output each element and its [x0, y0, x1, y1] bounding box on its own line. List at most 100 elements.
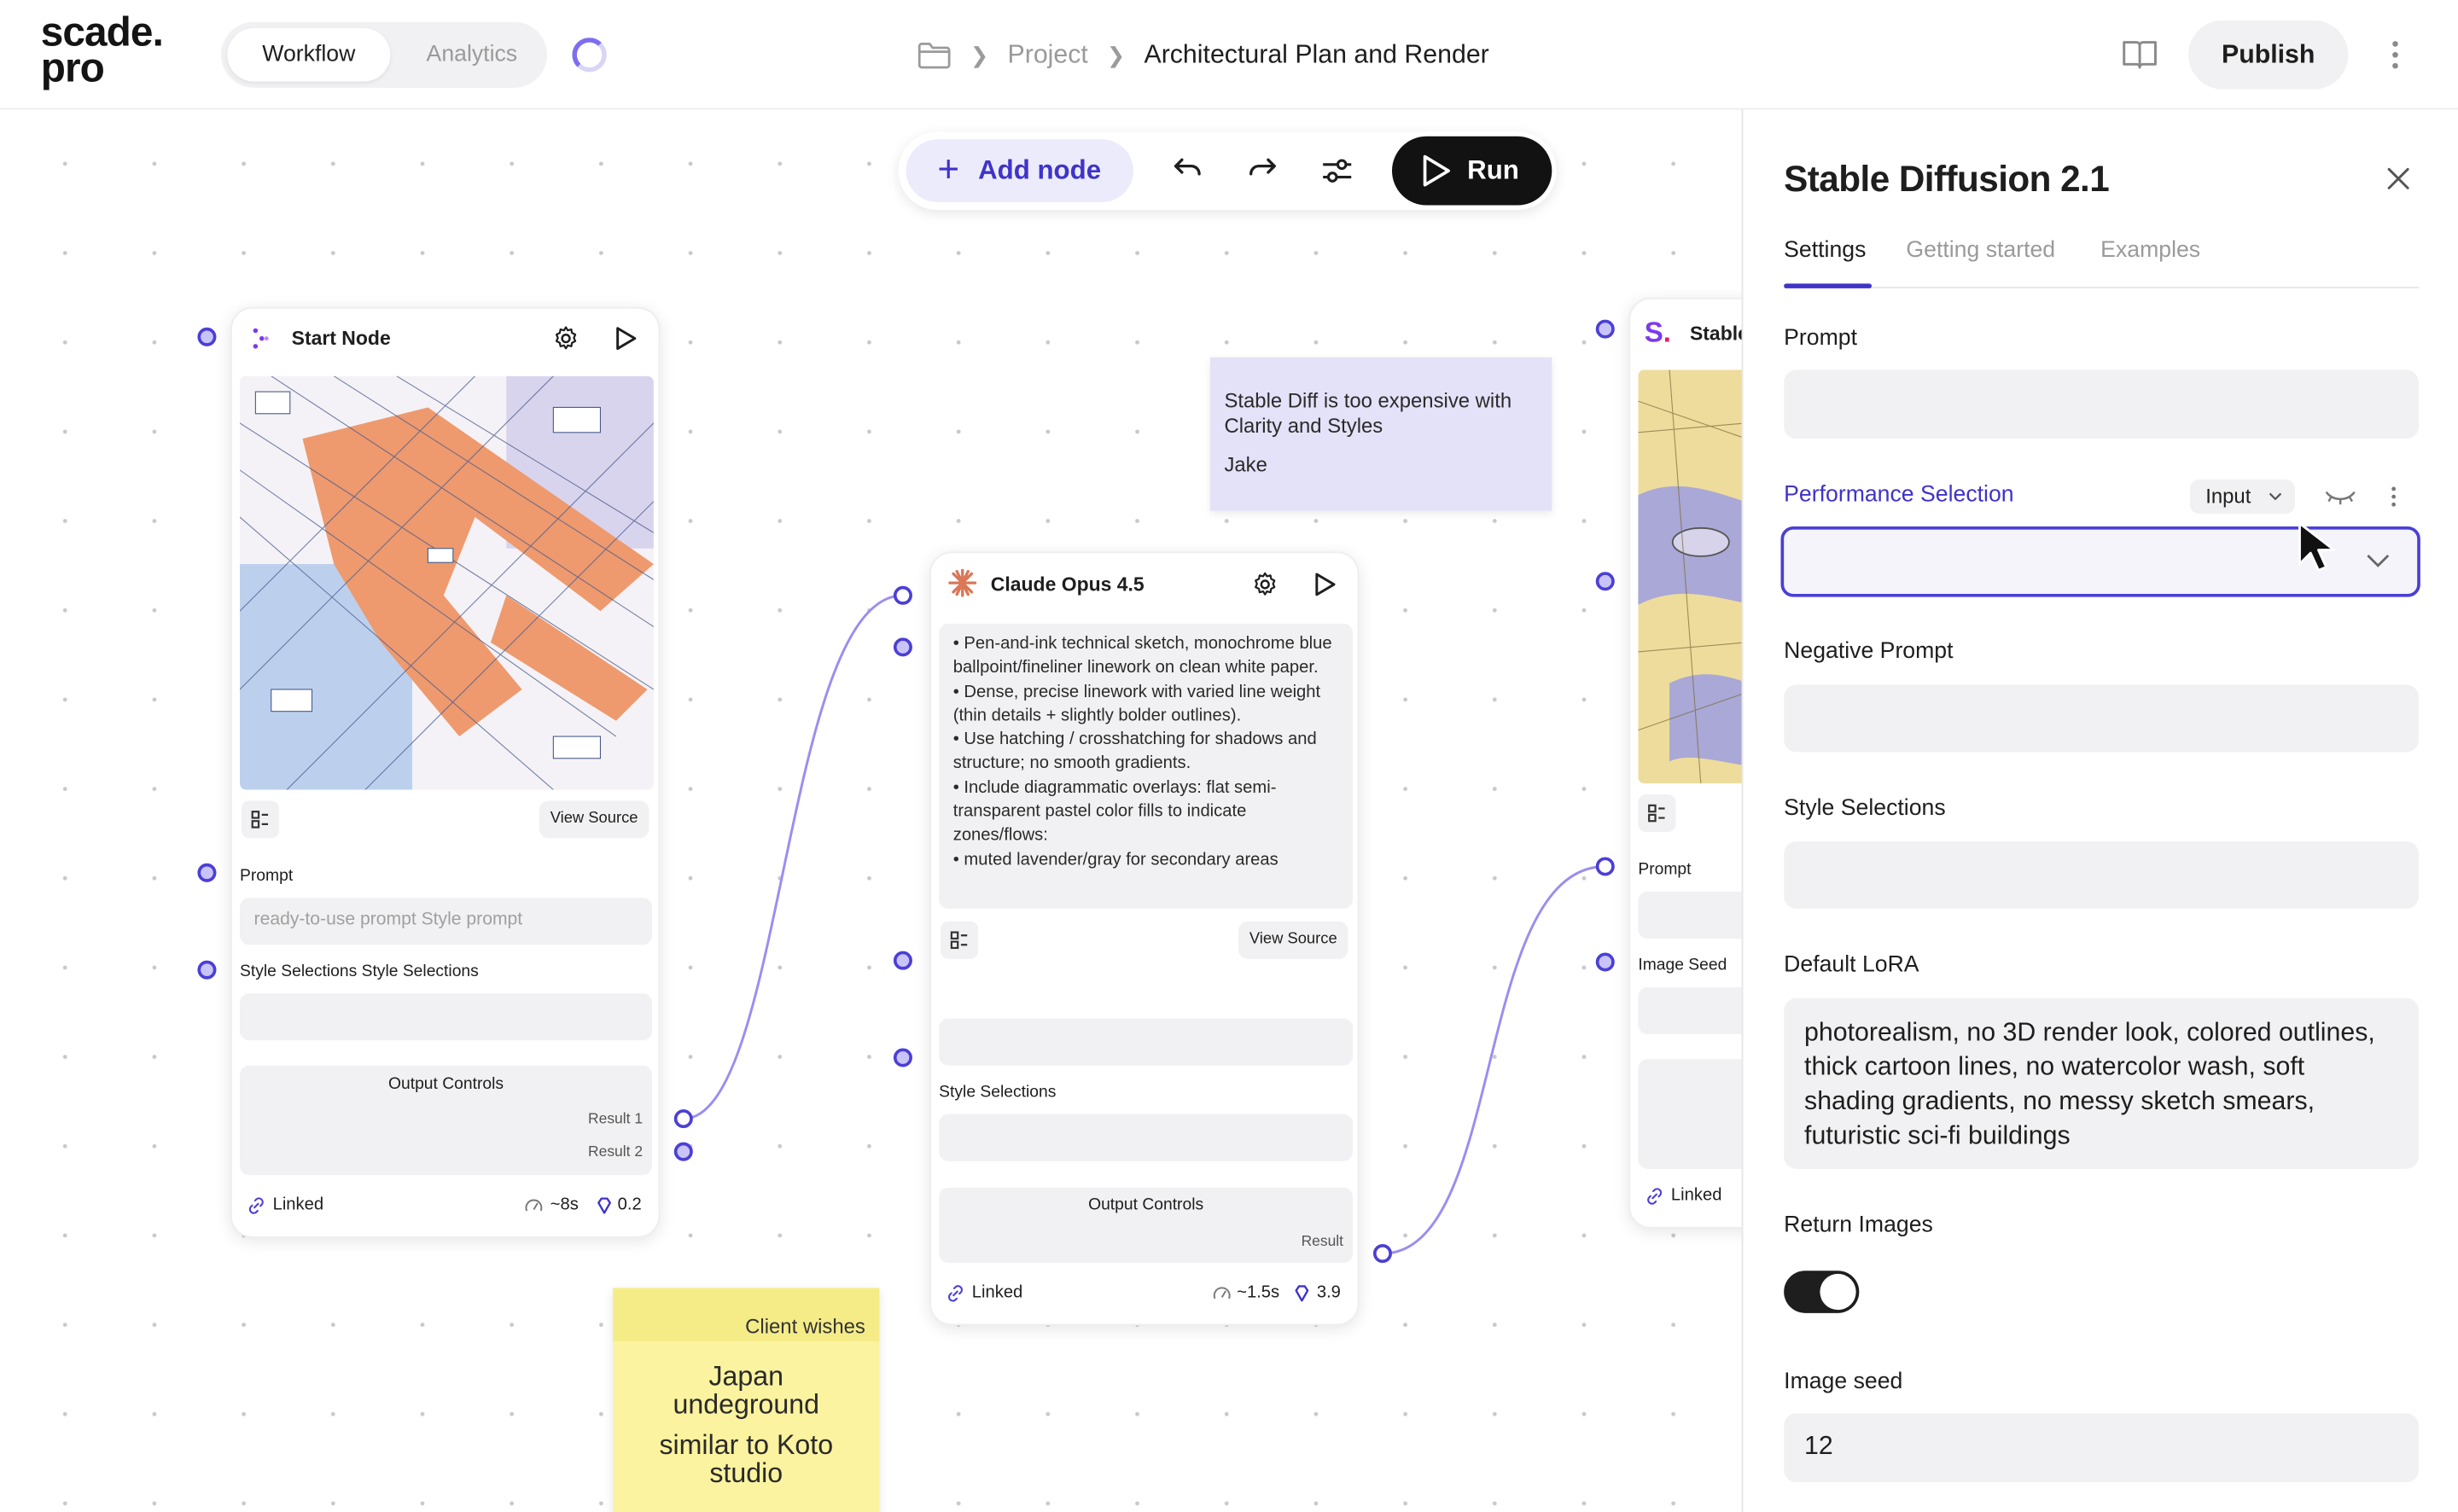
prompt-label: Prompt [240, 866, 294, 886]
gear-icon[interactable] [552, 324, 580, 352]
default-lora-textarea[interactable]: photorealism, no 3D render look, colored… [1784, 997, 2420, 1169]
run-time: ~1.5s [1237, 1282, 1280, 1302]
input-mode-dropdown[interactable]: Input [2189, 479, 2295, 515]
output-port-result-1[interactable] [673, 1109, 693, 1129]
output-port-result-2[interactable] [673, 1142, 693, 1161]
tab-analytics[interactable]: Analytics [399, 28, 544, 81]
start-node[interactable]: Start Node View Source Prompt ready-to-u… [230, 306, 661, 1238]
chevron-down-icon [2269, 492, 2282, 501]
edge-start-to-claude [683, 594, 903, 1120]
publish-button[interactable]: Publish [2188, 20, 2349, 90]
list-view-icon[interactable] [941, 921, 979, 959]
plus-icon: + [937, 148, 960, 192]
style-selections-field[interactable] [240, 993, 653, 1041]
style-selections-label: Style Selections [1784, 795, 1946, 822]
node-title: Stable [1689, 323, 1749, 345]
node-title: Claude Opus 4.5 [990, 573, 1145, 596]
loading-spinner-icon [572, 38, 607, 73]
undo-icon[interactable] [1169, 152, 1207, 189]
output-port-result[interactable] [1372, 1244, 1392, 1264]
sticky-note-client-wishes[interactable]: Client wishes Japan undeground similar t… [613, 1288, 880, 1512]
breadcrumb: ❯ Project ❯ Architectural Plan and Rende… [917, 34, 1489, 75]
folder-icon[interactable] [917, 41, 951, 69]
tab-settings[interactable]: Settings [1784, 238, 1866, 263]
linked-label: Linked [1670, 1186, 1722, 1206]
input-port[interactable] [197, 960, 217, 980]
add-node-button[interactable]: + Add node [906, 139, 1133, 202]
tab-examples[interactable]: Examples [2100, 238, 2200, 263]
input-port[interactable] [197, 327, 217, 346]
book-icon[interactable] [2119, 36, 2160, 73]
negative-prompt-input[interactable] [1784, 684, 2420, 753]
link-icon [248, 1197, 264, 1214]
style-selections-field[interactable] [939, 1114, 1354, 1161]
sliders-icon[interactable] [1319, 152, 1356, 189]
prompt-field[interactable]: ready-to-use prompt Style prompt [240, 898, 653, 945]
breadcrumb-project[interactable]: Project [1008, 40, 1088, 70]
play-icon[interactable] [613, 326, 638, 351]
input-port[interactable] [197, 863, 217, 882]
style-selections-label: Style Selections Style Selections [240, 962, 479, 981]
run-time: ~8s [550, 1195, 579, 1215]
image-seed-input[interactable]: 12 [1784, 1413, 2420, 1483]
view-source-button[interactable]: View Source [1238, 921, 1348, 959]
redo-icon[interactable] [1244, 152, 1281, 189]
mouse-cursor-icon [2298, 521, 2336, 572]
result-label: Result [1301, 1233, 1344, 1251]
tab-getting-started[interactable]: Getting started [1906, 238, 2055, 263]
eye-closed-icon[interactable] [2323, 486, 2357, 508]
more-vertical-icon[interactable] [2385, 484, 2401, 509]
station-sketch-image[interactable] [240, 375, 654, 790]
panel-tabs: Settings Getting started Examples [1784, 238, 2420, 288]
style-selections-label: Style Selections [939, 1082, 1057, 1102]
breadcrumb-current[interactable]: Architectural Plan and Render [1144, 40, 1488, 70]
prompt-output-text[interactable]: • Pen-and-ink technical sketch, monochro… [939, 623, 1354, 910]
gear-icon[interactable] [1251, 570, 1279, 598]
tab-workflow[interactable]: Workflow [227, 28, 391, 82]
prompt-input[interactable] [1784, 369, 2420, 439]
link-icon [1647, 1188, 1663, 1205]
list-view-icon[interactable] [241, 800, 279, 839]
output-controls-label: Output Controls [1088, 1195, 1204, 1215]
play-icon[interactable] [1312, 572, 1337, 596]
input-port[interactable] [1595, 572, 1615, 591]
input-port[interactable] [893, 637, 912, 657]
view-source-button[interactable]: View Source [539, 800, 649, 839]
credit-diamond-icon [597, 1197, 611, 1214]
node-title: Start Node [291, 327, 391, 350]
link-icon [947, 1285, 963, 1302]
edge-claude-to-stable [1382, 865, 1605, 1255]
credit-diamond-icon [1295, 1285, 1309, 1302]
run-button[interactable]: Run [1391, 136, 1552, 206]
linked-label: Linked [272, 1195, 324, 1215]
list-view-icon[interactable] [1638, 794, 1676, 833]
style-selections-input[interactable] [1784, 841, 2420, 910]
start-node-icon [253, 328, 269, 349]
sticky-note-comment[interactable]: Stable Diff is too expensive with Clarit… [1209, 357, 1552, 511]
input-field[interactable] [939, 1018, 1354, 1066]
negative-prompt-label: Negative Prompt [1784, 639, 1954, 665]
claude-node[interactable]: Claude Opus 4.5 • Pen-and-ink technical … [929, 551, 1360, 1326]
result-2-label: Result 2 [588, 1143, 644, 1161]
return-images-toggle[interactable] [1784, 1271, 1860, 1313]
more-vertical-icon[interactable] [2383, 38, 2408, 72]
close-icon[interactable] [2385, 166, 2410, 191]
canvas-toolbar: + Add node Run [898, 131, 1557, 211]
panel-title: Stable Diffusion 2.1 [1784, 158, 2110, 200]
input-port-prompt[interactable] [1595, 857, 1615, 876]
input-port[interactable] [1595, 319, 1615, 339]
output-controls: Output Controls Result 1 Result 2 [240, 1065, 653, 1176]
image-seed-label: Image Seed [1638, 956, 1727, 975]
default-lora-label: Default LoRA [1784, 952, 1919, 978]
input-port[interactable] [1595, 952, 1615, 972]
return-images-label: Return Images [1784, 1213, 1933, 1238]
output-controls-label: Output Controls [387, 1074, 504, 1094]
chevron-right-icon: ❯ [970, 41, 989, 67]
input-port-prompt[interactable] [893, 585, 912, 605]
node-settings-panel: Stable Diffusion 2.1 Settings Getting st… [1741, 109, 2458, 1512]
input-port[interactable] [893, 951, 912, 970]
input-port[interactable] [893, 1048, 912, 1067]
logo[interactable]: scade. pro [41, 11, 164, 88]
linked-label: Linked [971, 1282, 1023, 1302]
scade-logo-icon: S. [1644, 316, 1671, 348]
